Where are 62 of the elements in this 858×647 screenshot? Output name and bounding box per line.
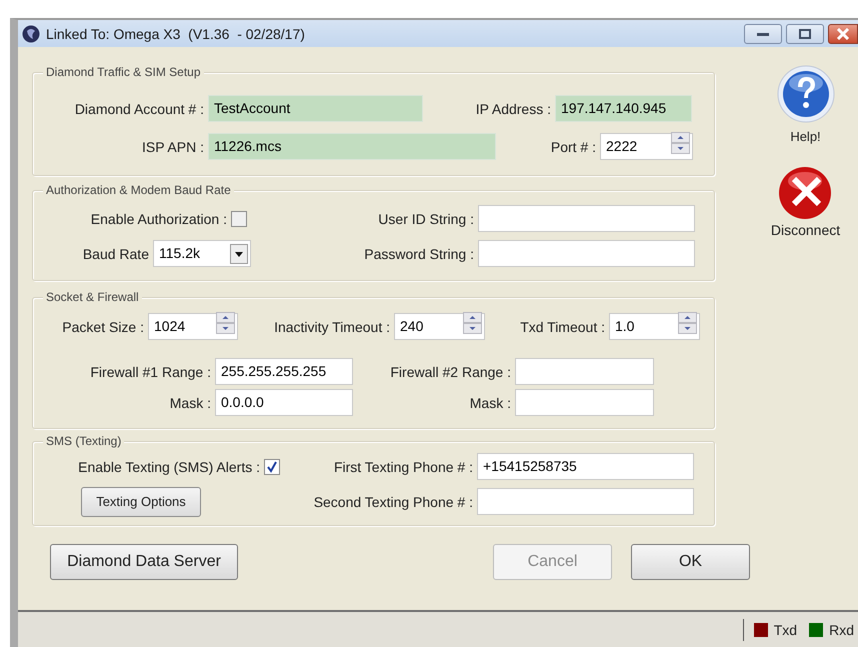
maximize-button[interactable] xyxy=(786,24,824,44)
field-label: Packet Size : xyxy=(61,318,145,334)
text-field[interactable]: +15415258735 xyxy=(477,453,694,480)
field-label: Firewall #2 Range : xyxy=(389,364,512,380)
dialog-button[interactable]: OK xyxy=(631,544,750,580)
field-label: Password String : xyxy=(363,246,475,262)
help-label: Help! xyxy=(790,129,821,144)
text-field[interactable] xyxy=(515,358,654,385)
field-label: Mask : xyxy=(468,394,512,410)
field-label: Port # : xyxy=(550,138,597,154)
dropdown-caret-icon xyxy=(230,244,248,264)
spin-field[interactable]: 2222 xyxy=(600,133,693,160)
text-field[interactable] xyxy=(478,205,695,232)
field-label: IP Address : xyxy=(474,100,552,116)
spin-arrows-icon xyxy=(463,312,482,334)
group-title: SMS (Texting) xyxy=(43,434,124,448)
close-icon xyxy=(836,28,850,40)
minimize-button[interactable] xyxy=(744,24,782,44)
spin-field[interactable]: 1.0 xyxy=(609,313,700,340)
text-field[interactable]: 197.147.140.945 xyxy=(555,95,692,122)
text-field[interactable] xyxy=(477,488,694,515)
field-label: Txd Timeout : xyxy=(519,318,606,334)
group-title: Authorization & Modem Baud Rate xyxy=(43,183,234,197)
disconnect-label: Disconnect xyxy=(770,222,840,238)
group-title: Socket & Firewall xyxy=(43,290,142,304)
field-label: Diamond Account # : xyxy=(74,100,205,116)
field-label: Enable Texting (SMS) Alerts : xyxy=(77,458,261,474)
disconnect-icon[interactable] xyxy=(778,166,832,220)
text-field[interactable]: 255.255.255.255 xyxy=(215,358,353,385)
text-field[interactable] xyxy=(515,389,654,416)
checkbox[interactable] xyxy=(231,210,247,226)
spin-arrows-icon xyxy=(216,312,235,334)
text-field[interactable]: 11226.mcs xyxy=(208,133,496,160)
minimize-icon xyxy=(757,30,769,36)
help-icon[interactable] xyxy=(776,65,834,123)
field-label: Second Texting Phone # : xyxy=(312,494,474,510)
spin-arrows-icon xyxy=(671,132,690,154)
texting-options-button[interactable]: Texting Options xyxy=(81,486,201,516)
text-field[interactable]: 0.0.0.0 xyxy=(215,389,353,416)
dialog-button[interactable]: Diamond Data Server xyxy=(50,544,238,580)
group-title: Diamond Traffic & SIM Setup xyxy=(43,65,204,79)
text-field[interactable]: TestAccount xyxy=(208,95,423,122)
field-label: ISP APN : xyxy=(141,138,205,154)
spin-field[interactable]: 240 xyxy=(394,313,485,340)
window-title: Linked To: Omega X3 (V1.36 - 02/28/17) xyxy=(46,26,305,42)
spin-field[interactable]: 1024 xyxy=(148,313,238,340)
field-label: User ID String : xyxy=(377,210,475,226)
baud-rate-dropdown[interactable]: 115.2k xyxy=(153,240,251,267)
checkbox[interactable] xyxy=(264,458,280,474)
text-field[interactable] xyxy=(478,240,695,267)
spin-arrows-icon xyxy=(678,312,697,334)
field-label: First Texting Phone # : xyxy=(332,458,474,474)
field-label: Mask : xyxy=(168,394,212,410)
field-label: Inactivity Timeout : xyxy=(273,318,391,334)
field-label: Baud Rate xyxy=(82,246,150,262)
close-button[interactable] xyxy=(828,24,858,44)
field-label: Enable Authorization : xyxy=(90,210,228,226)
field-label: Firewall #1 Range : xyxy=(89,364,212,380)
app-icon xyxy=(22,24,40,42)
indicator-label: Txd xyxy=(774,622,798,638)
maximize-icon xyxy=(799,28,811,38)
indicator-label: Rxd xyxy=(829,622,854,638)
